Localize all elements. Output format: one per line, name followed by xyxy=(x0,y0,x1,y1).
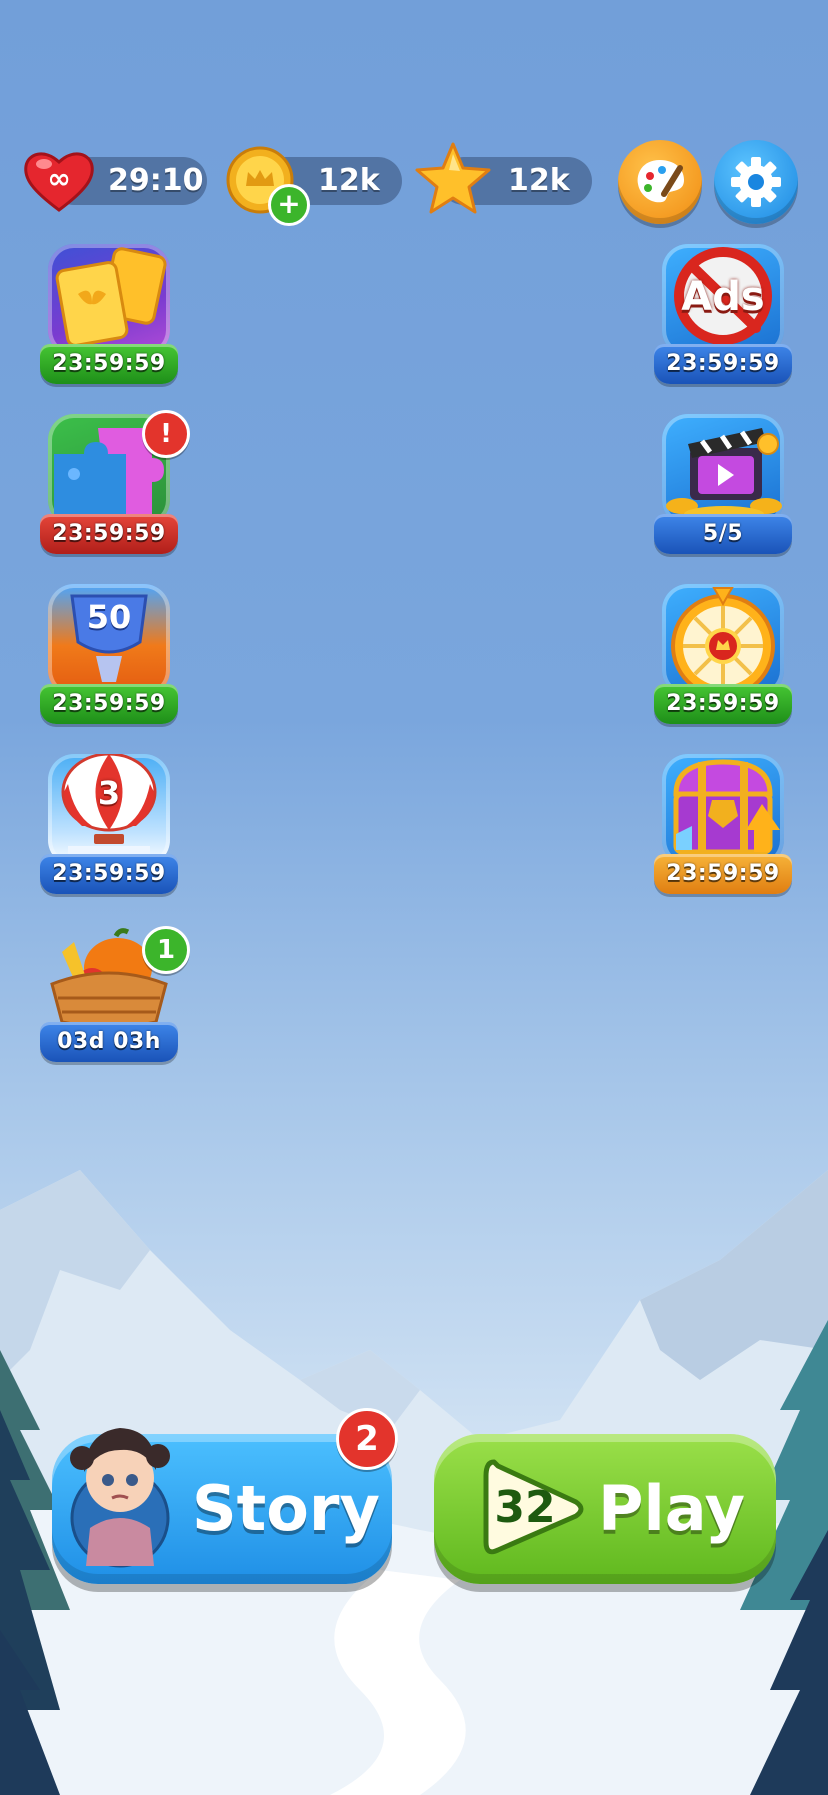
lucky-wheel-icon xyxy=(671,587,775,696)
golden-cards-icon xyxy=(55,247,167,347)
treasure-chest-timer: 23:59:59 xyxy=(654,854,792,894)
balloon-timer: 23:59:59 xyxy=(40,854,178,894)
story-character-avatar xyxy=(62,1408,178,1568)
event-harvest[interactable]: 03d 03h 1 xyxy=(40,922,190,1062)
video-rewards-count: 5/5 xyxy=(654,514,792,554)
event-puzzle[interactable]: 23:59:59 ! xyxy=(40,410,190,554)
treasure-chest-icon xyxy=(673,759,780,855)
puzzle-timer: 23:59:59 xyxy=(40,514,178,554)
palette-icon xyxy=(637,160,684,203)
puzzle-alert-badge: ! xyxy=(142,410,190,458)
gear-icon xyxy=(731,157,781,207)
trophy-race-timer: 23:59:59 xyxy=(40,684,178,724)
video-rewards-art xyxy=(662,414,784,526)
event-treasure-chest[interactable]: 23:59:59 xyxy=(654,754,792,894)
event-trophy-race[interactable]: 50 23:59:59 xyxy=(40,584,178,724)
harvest-timer: 03d 03h xyxy=(40,1022,178,1062)
story-notification-badge: 2 xyxy=(336,1408,398,1470)
card-collection-timer: 23:59:59 xyxy=(40,344,178,384)
event-lucky-wheel[interactable]: 23:59:59 xyxy=(654,584,792,724)
trophy-race-art: 50 xyxy=(48,584,170,696)
lucky-wheel-art xyxy=(662,584,784,696)
decorate-button[interactable] xyxy=(618,140,702,224)
heart-icon: ∞ xyxy=(22,148,96,214)
lives-value: 29:10 xyxy=(108,163,204,198)
remove-ads-art: Ads xyxy=(662,244,784,356)
ads-text: Ads xyxy=(681,274,765,320)
settings-button[interactable] xyxy=(714,140,798,224)
add-coins-button[interactable]: + xyxy=(268,184,310,226)
event-balloon[interactable]: 3 23:59:59 xyxy=(40,754,178,894)
event-remove-ads[interactable]: Ads 23:59:59 xyxy=(654,244,792,384)
remove-ads-timer: 23:59:59 xyxy=(654,344,792,384)
harvest-count-badge: 1 xyxy=(142,926,190,974)
lucky-wheel-timer: 23:59:59 xyxy=(654,684,792,724)
event-card-collection[interactable]: 23:59:59 xyxy=(40,244,178,384)
event-video-rewards[interactable]: 5/5 xyxy=(654,414,792,554)
balloon-art: 3 xyxy=(48,754,170,866)
play-label: Play xyxy=(598,1472,746,1545)
game-home-screen: 29:10 ∞ 12k + 12k 23:59:59 23:59:59 ! 50… xyxy=(0,0,828,1795)
plus-icon: + xyxy=(277,187,301,220)
play-level-number: 32 xyxy=(494,1482,556,1533)
treasure-chest-art xyxy=(662,754,784,866)
video-clapper-icon xyxy=(666,428,782,522)
stars-value: 12k xyxy=(508,163,570,198)
svg-text:∞: ∞ xyxy=(47,162,70,195)
card-collection-art xyxy=(48,244,170,356)
coins-value: 12k xyxy=(318,163,380,198)
trophy-race-target: 50 xyxy=(86,598,132,636)
star-icon xyxy=(414,140,492,216)
balloon-level: 3 xyxy=(97,774,121,812)
